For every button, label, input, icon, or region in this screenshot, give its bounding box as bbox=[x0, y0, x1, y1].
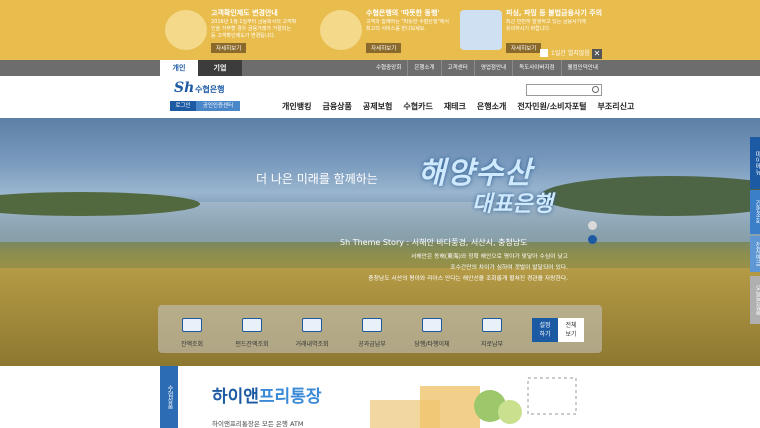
logo-mark[interactable]: Sh bbox=[174, 80, 194, 96]
quick-transfer[interactable]: 당행/타행이체 bbox=[402, 318, 462, 348]
search-icon[interactable] bbox=[592, 86, 599, 93]
nav-wealth-management[interactable]: 재테크 bbox=[444, 101, 466, 112]
quick-settings-label: 설정 bbox=[539, 322, 551, 329]
login-button[interactable]: 로그인 bbox=[170, 101, 196, 111]
side-tab-my-menu[interactable]: 마이메뉴 bbox=[750, 137, 760, 189]
nav-insurance[interactable]: 공제보험 bbox=[363, 101, 392, 112]
quick-label: 지로납부 bbox=[480, 341, 504, 348]
utility-link-welcome-guide[interactable]: 웰컴인덕안내 bbox=[560, 60, 604, 76]
family-illustration-icon bbox=[320, 10, 362, 50]
hero-description-line: 서해안은 동해(東海)와 정확 해안으로 평야가 맞닿아 수심이 낮고 bbox=[410, 254, 568, 260]
notice-item-customer-verification: 고객확인제도 변경안내 2016년 1월 1일부터 금융회사의 고객확인을 거부… bbox=[165, 6, 300, 56]
utility-link-suhyup-federation[interactable]: 수협중앙회 bbox=[370, 60, 407, 76]
utility-link-dokdo-cyber-branch[interactable]: 독도사이버지점 bbox=[512, 60, 560, 76]
quick-settings-label: 하기 bbox=[539, 331, 551, 338]
quick-label: 공과금납부 bbox=[358, 341, 386, 348]
notice-title: 수협은행의 '따뜻한 동행' bbox=[366, 9, 440, 17]
nav-about-bank[interactable]: 은행소개 bbox=[477, 101, 506, 112]
notice-body: 최근 빈번히 발생하고 있는 금융사기에 유의하시기 바랍니다. bbox=[506, 19, 586, 32]
product-title-part: 하이앤 bbox=[212, 387, 259, 407]
product-illustration bbox=[370, 377, 577, 428]
utility-link-branch-info[interactable]: 영업점안내 bbox=[473, 60, 512, 76]
main-nav: 개인뱅킹 금융상품 공제보험 수협카드 재테크 은행소개 전자민원/소비자포털 … bbox=[282, 101, 645, 112]
product-title-part: 프리통장 bbox=[258, 387, 322, 407]
tab-corporate[interactable]: 기업 bbox=[198, 60, 242, 76]
notice-title: 피싱, 파밍 등 불법금융사기 주의 bbox=[506, 9, 603, 17]
quick-giro-payment[interactable]: 지로납부 bbox=[462, 318, 522, 348]
utility-link-customer-center[interactable]: 고객센터 bbox=[440, 60, 474, 76]
hide-for-a-day-checkbox[interactable] bbox=[540, 48, 548, 57]
quick-view-all-label: 전체 bbox=[565, 322, 577, 329]
notice-detail-button[interactable]: 자세히보기 bbox=[211, 43, 247, 53]
hero-slide-indicator[interactable] bbox=[588, 221, 597, 230]
consultant-illustration-icon bbox=[165, 10, 207, 50]
nav-suhyup-card[interactable]: 수협카드 bbox=[403, 101, 432, 112]
utility-links: 수협중앙회 은행소개 고객센터 영업점안내 독도사이버지점 웰컴인덕안내 bbox=[370, 60, 604, 76]
logo-name[interactable]: 수협은행 bbox=[195, 84, 224, 95]
quick-view-all-button[interactable]: 전체 보기 bbox=[558, 318, 584, 342]
notice-detail-button[interactable]: 자세히보기 bbox=[506, 43, 542, 53]
fund-chart-icon bbox=[242, 318, 262, 332]
upload-doc-icon bbox=[362, 318, 382, 332]
side-tab-recently-viewed[interactable]: 오늘본상품 bbox=[750, 276, 760, 324]
notice-body: 고객과 함께하는 "따뜻한 수협은행"에서 최고의 서비스를 만나보세요. bbox=[366, 19, 449, 32]
quick-balance-inquiry[interactable]: 잔액조회 bbox=[162, 318, 222, 348]
notice-detail-button[interactable]: 자세히보기 bbox=[366, 43, 402, 53]
quick-label: 당행/타행이체 bbox=[414, 341, 450, 348]
nav-financial-products[interactable]: 금융상품 bbox=[322, 101, 351, 112]
hide-for-a-day-option[interactable]: 1일간 열지않음 bbox=[540, 48, 590, 57]
quick-fund-balance[interactable]: 펀드잔액조회 bbox=[222, 318, 282, 348]
hero-description: 서해안은 동해(東海)와 정확 해안으로 평야가 맞닿아 수심이 낮고 조수간만… bbox=[300, 252, 568, 285]
nav-corruption-report[interactable]: 부조리신고 bbox=[598, 101, 635, 112]
quick-label: 거래내역조회 bbox=[295, 341, 329, 348]
quick-label: 펀드잔액조회 bbox=[235, 341, 269, 348]
quick-view-all-label: 보기 bbox=[565, 331, 577, 338]
search-input[interactable] bbox=[526, 84, 602, 96]
giro-icon bbox=[482, 318, 502, 332]
quick-settings-button[interactable]: 설정 하기 bbox=[532, 318, 558, 342]
side-tab-quick-inquiry[interactable]: 간편조회 bbox=[750, 190, 760, 234]
quick-utility-payment[interactable]: 공과금납부 bbox=[342, 318, 402, 348]
hero-lead-text: 더 나은 미래를 함께하는 bbox=[256, 172, 378, 186]
magnifier-doc-icon bbox=[302, 318, 322, 332]
nav-consumer-portal[interactable]: 전자민원/소비자포털 bbox=[517, 101, 586, 112]
hero-calligraphy-line2: 대표은행 bbox=[472, 192, 553, 217]
certificate-center-button[interactable]: 공인인증센터 bbox=[196, 101, 240, 111]
quick-label: 잔액조회 bbox=[180, 341, 204, 348]
quick-transaction-history[interactable]: 거래내역조회 bbox=[282, 318, 342, 348]
notice-body: 2016년 1월 1일부터 금융회사의 고객확인을 거부할 경우 금융거래가 거… bbox=[211, 19, 297, 39]
tab-personal[interactable]: 개인 bbox=[160, 60, 198, 76]
won-icon bbox=[182, 318, 202, 332]
notice-item-warm-companion: 수협은행의 '따뜻한 동행' 고객과 함께하는 "따뜻한 수협은행"에서 최고의… bbox=[320, 6, 455, 56]
utility-link-about-bank[interactable]: 은행소개 bbox=[407, 60, 440, 76]
product-section-tab[interactable]: 수협상품 bbox=[160, 366, 178, 428]
nav-personal-banking[interactable]: 개인뱅킹 bbox=[282, 101, 311, 112]
phishing-warning-illustration-icon bbox=[460, 10, 502, 50]
side-tab-e-deposit[interactable]: 전자예금 bbox=[750, 236, 760, 272]
product-title[interactable]: 하이앤프리통장 bbox=[212, 382, 321, 407]
notice-title: 고객확인제도 변경안내 bbox=[211, 9, 278, 17]
transfer-icon bbox=[422, 318, 442, 332]
hero-description-line: 조수간만의 차이가 심하여 갯벌이 발달되어 있다. bbox=[450, 265, 568, 271]
hero-description-line: 충청남도 서산의 평야와 리아스 안다는 해안선을 조화롭게 펼쳐진 경관을 자… bbox=[368, 276, 568, 282]
notice-close-button[interactable]: ✕ bbox=[592, 49, 602, 59]
product-subtitle: 하이앤프리통장은 모든 은행 ATM bbox=[212, 420, 304, 428]
hero-theme-title: Sh Theme Story : 서해안 바다풍경, 서산시, 충청남도 bbox=[340, 238, 528, 247]
hide-for-a-day-label: 1일간 열지않음 bbox=[551, 50, 590, 57]
hero-slide-indicator-active[interactable] bbox=[588, 235, 597, 244]
